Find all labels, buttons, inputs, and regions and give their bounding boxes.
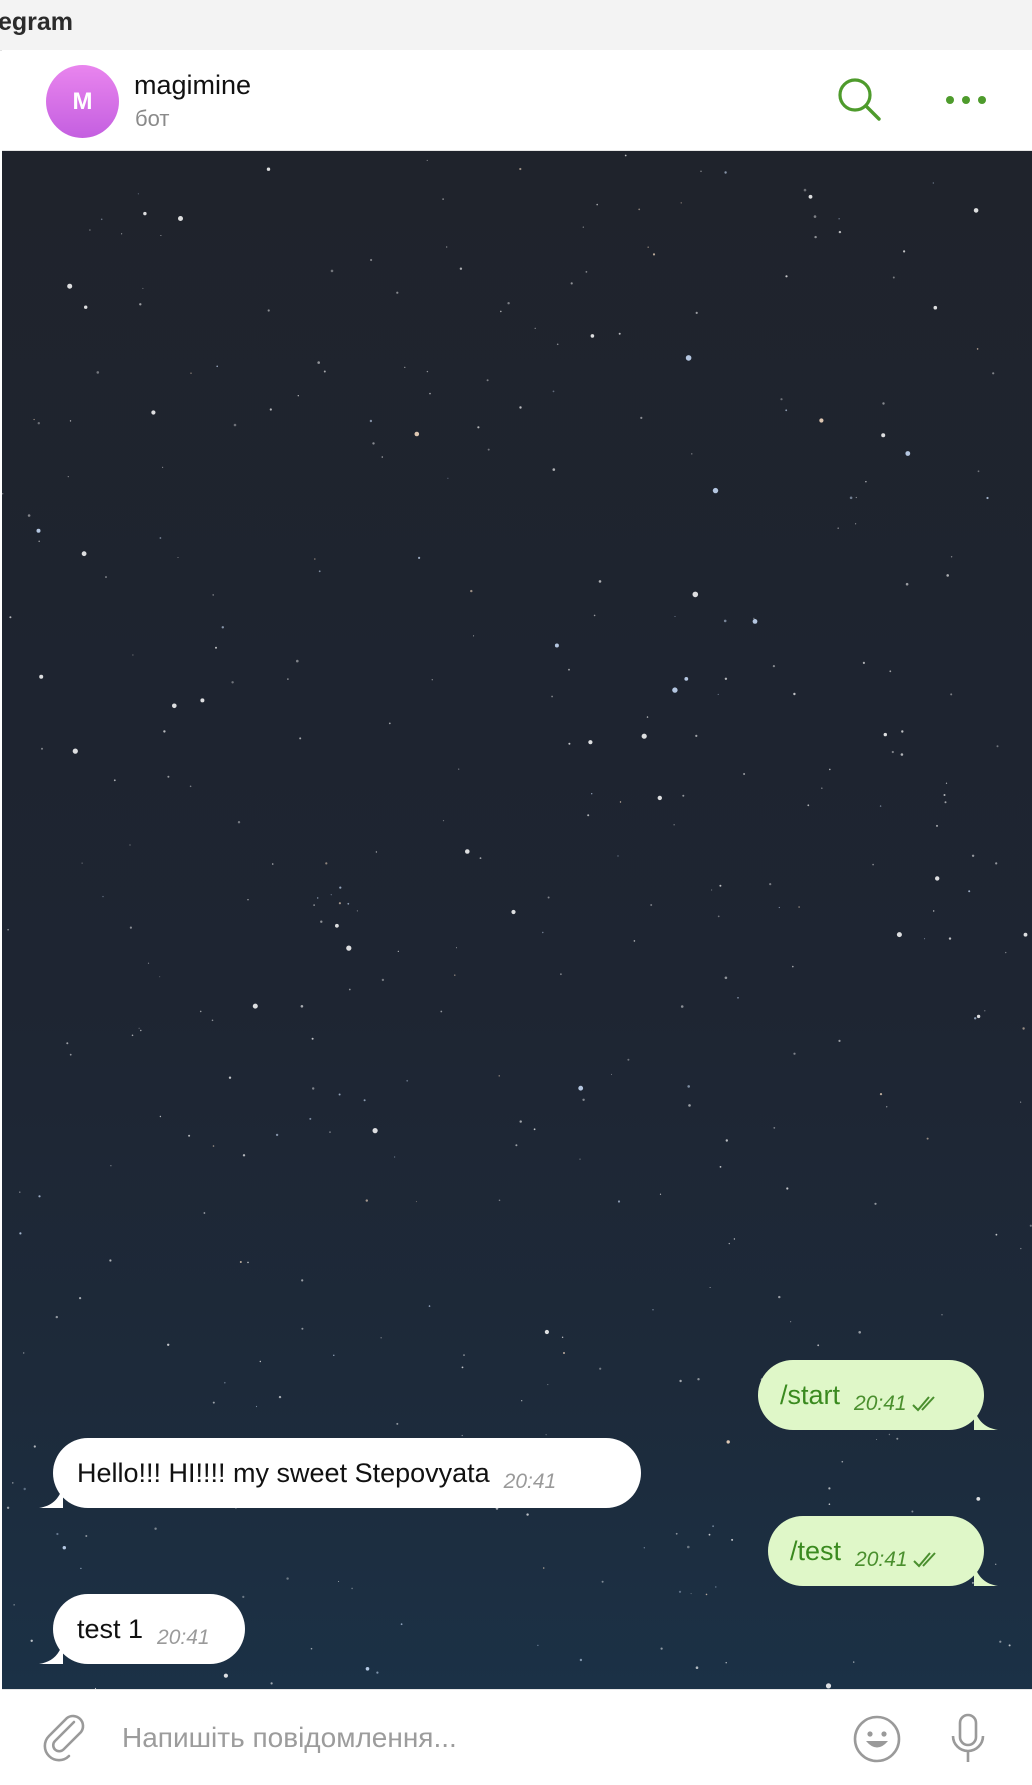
paperclip-icon[interactable]: [40, 1714, 90, 1764]
chat-area[interactable]: /start 20:41 Hello!!! HI!!!! my sweet St…: [2, 151, 1032, 1689]
double-check-icon: [912, 1551, 942, 1569]
bubble-tail: [974, 1564, 998, 1586]
more-icon[interactable]: [942, 86, 992, 114]
chat-title[interactable]: magimine: [134, 70, 251, 101]
bubble-tail: [974, 1408, 998, 1430]
avatar[interactable]: M: [46, 65, 119, 138]
message-text: Hello!!! HI!!!! my sweet Stepovyata: [77, 1457, 490, 1488]
message-text: /start: [780, 1379, 841, 1410]
double-check-icon: [911, 1395, 941, 1413]
message-time: 20:41: [503, 1470, 557, 1493]
message-incoming[interactable]: Hello!!! HI!!!! my sweet Stepovyata 20:4…: [39, 1438, 641, 1508]
bubble-tail: [39, 1642, 63, 1664]
message-outgoing[interactable]: /test 20:41: [768, 1516, 998, 1586]
message-text: test 1: [77, 1613, 144, 1644]
chat-status: бот: [135, 106, 170, 131]
search-icon[interactable]: [836, 76, 882, 122]
message-text: /test: [790, 1535, 842, 1566]
microphone-icon[interactable]: [948, 1712, 988, 1766]
message-incoming[interactable]: test 1 20:41: [39, 1594, 245, 1664]
bubble-tail: [39, 1486, 63, 1508]
emoji-icon[interactable]: [852, 1714, 902, 1764]
chat-header: M magimine бот: [2, 50, 1032, 151]
avatar-letter: M: [72, 87, 93, 115]
message-composer: [2, 1689, 1032, 1785]
message-outgoing[interactable]: /start 20:41: [758, 1360, 998, 1430]
message-input[interactable]: [120, 1712, 824, 1764]
message-time: 20:41: [854, 1392, 907, 1415]
message-time: 20:41: [157, 1626, 210, 1649]
message-time: 20:41: [855, 1548, 908, 1571]
window-title: egram: [0, 8, 74, 36]
window-titlebar: egram: [0, 0, 1032, 51]
